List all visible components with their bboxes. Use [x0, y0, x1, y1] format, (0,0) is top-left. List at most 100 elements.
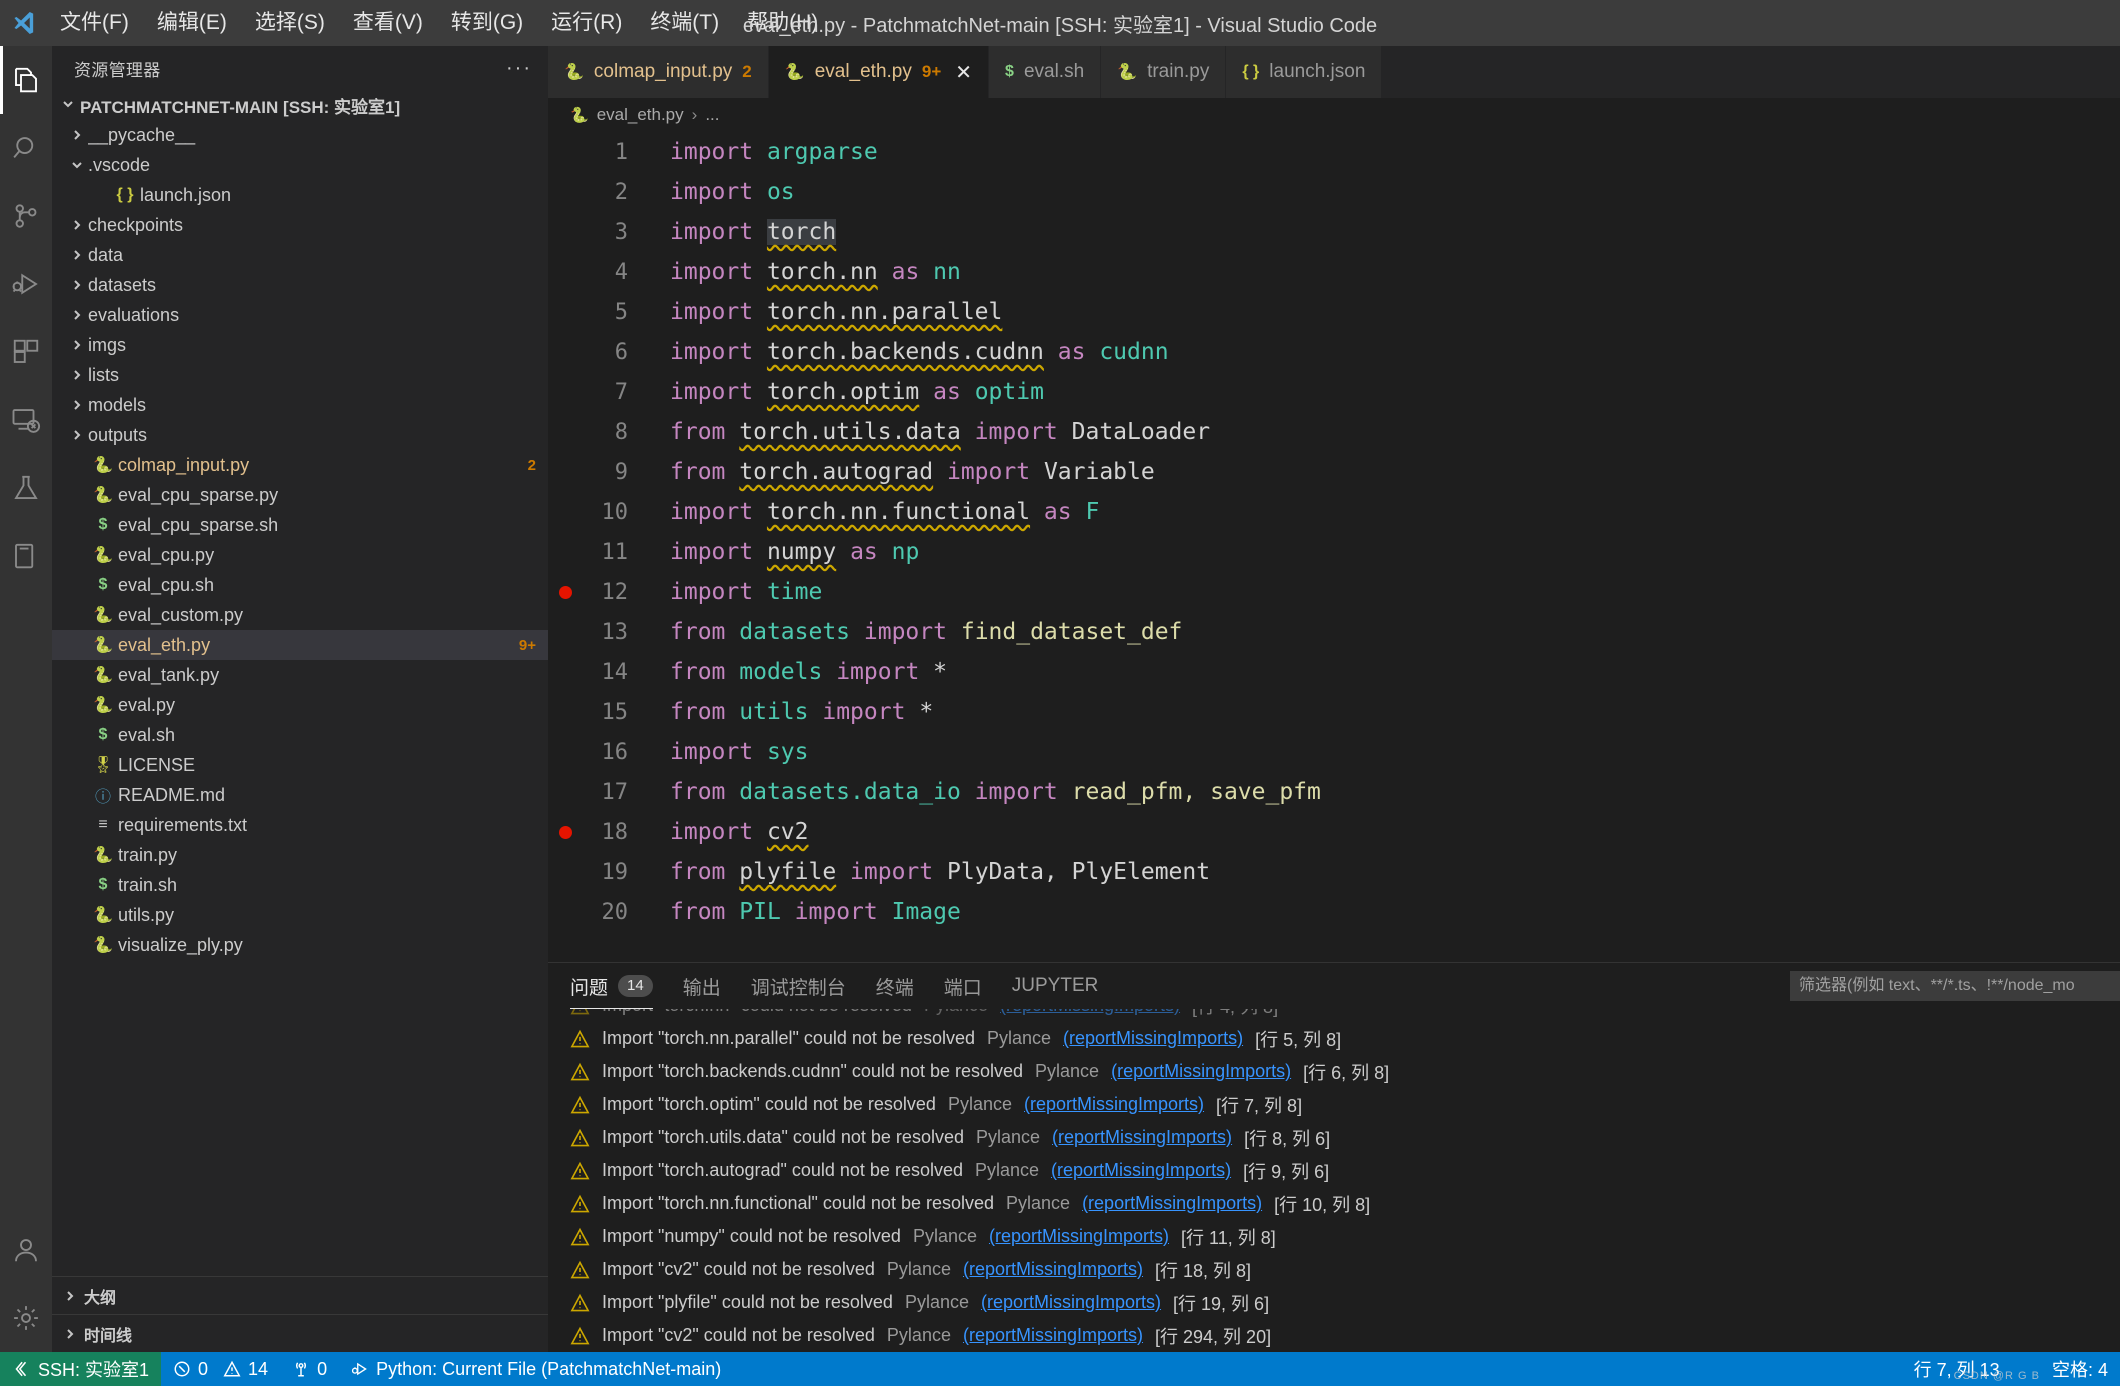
code-line[interactable]: 6 import torch.backends.cudnn as cudnn — [548, 332, 2120, 372]
problem-rule-link[interactable]: (reportMissingImports) — [1000, 1009, 1180, 1016]
tree-file-eval-cpu-sparse-sh[interactable]: $ eval_cpu_sparse.sh — [52, 510, 548, 540]
problem-rule-link[interactable]: (reportMissingImports) — [1063, 1028, 1243, 1049]
editor-tab-colmap-input-py[interactable]: 🐍 colmap_input.py 2 — [548, 46, 769, 98]
problem-row[interactable]: Import "cv2" could not be resolved Pylanc… — [570, 1319, 2120, 1352]
search-icon[interactable] — [0, 114, 52, 182]
tree-folder-data[interactable]: data — [52, 240, 548, 270]
breakpoint-icon[interactable] — [558, 585, 572, 599]
problem-rule-link[interactable]: (reportMissingImports) — [981, 1292, 1161, 1313]
problem-rule-link[interactable]: (reportMissingImports) — [1111, 1061, 1291, 1082]
code-line[interactable]: 19 from plyfile import PlyData, PlyElemen… — [548, 852, 2120, 892]
tree-file-launch-json[interactable]: { } launch.json — [52, 180, 548, 210]
problem-rule-link[interactable]: (reportMissingImports) — [1052, 1127, 1232, 1148]
code-line[interactable]: 17 from datasets.data_io import read_pfm,… — [548, 772, 2120, 812]
panel-tab-jupyter[interactable]: JUPYTER — [1012, 963, 1099, 1009]
sidebar-item-timeline[interactable]: 时间线 — [52, 1314, 548, 1352]
tree-file-eval-py[interactable]: 🐍 eval.py — [52, 690, 548, 720]
close-icon[interactable]: ✕ — [955, 60, 972, 85]
problem-row[interactable]: Import "torch.nn.functional" could not b… — [570, 1187, 2120, 1220]
menu-bar[interactable]: 文件(F) 编辑(E) 选择(S) 查看(V) 转到(G) 运行(R) 终端(T… — [46, 0, 832, 46]
problem-rule-link[interactable]: (reportMissingImports) — [989, 1226, 1169, 1247]
problem-row[interactable]: Import "torch.nn" could not be resolved P… — [570, 1009, 2120, 1022]
code-line[interactable]: 11 import numpy as np — [548, 532, 2120, 572]
code-line[interactable]: 20 from PIL import Image — [548, 892, 2120, 932]
code-line[interactable]: 3 import torch — [548, 212, 2120, 252]
code-line[interactable]: 12 import time — [548, 572, 2120, 612]
tree-file-eval-cpu-py[interactable]: 🐍 eval_cpu.py — [52, 540, 548, 570]
panel-tab-bar[interactable]: 问题 14 输出 调试控制台 终端 端口 JUPYTER 筛选器(例如 text、**/*.t… — [548, 963, 2120, 1009]
status-python-run-config[interactable]: Python: Current File (PatchmatchNet-main… — [339, 1352, 733, 1386]
problems-filter-input[interactable]: 筛选器(例如 text、**/*.ts、!**/node_mo — [1790, 971, 2120, 1001]
menu-item-view[interactable]: 查看(V) — [339, 0, 437, 46]
code-line[interactable]: 10 import torch.nn.functional as F — [548, 492, 2120, 532]
tree-folder--vscode[interactable]: .vscode — [52, 150, 548, 180]
code-line[interactable]: 15 from utils import * — [548, 692, 2120, 732]
menu-item-file[interactable]: 文件(F) — [46, 0, 143, 46]
problems-list[interactable]: Import "torch.nn" could not be resolved P… — [548, 1009, 2120, 1352]
tree-file-eval-eth-py[interactable]: 🐍 eval_eth.py 9+ — [52, 630, 548, 660]
editor-tab-eval-eth-py[interactable]: 🐍 eval_eth.py 9+ ✕ — [768, 46, 990, 98]
panel-tab-调试控制台[interactable]: 调试控制台 — [751, 963, 846, 1009]
editor-tab-eval-sh[interactable]: $ eval.sh — [989, 46, 1102, 98]
tree-folder-datasets[interactable]: datasets — [52, 270, 548, 300]
breadcrumb-rest[interactable]: ... — [705, 105, 719, 125]
status-remote-indicator[interactable]: SSH: 实验室1 — [0, 1352, 162, 1386]
source-control-icon[interactable] — [0, 182, 52, 250]
file-tree[interactable]: PATCHMATCHNET-MAIN [SSH: 实验室1] __pycache… — [52, 90, 548, 1276]
menu-item-terminal[interactable]: 终端(T) — [636, 0, 733, 46]
problem-rule-link[interactable]: (reportMissingImports) — [1051, 1160, 1231, 1181]
problem-row[interactable]: Import "torch.autograd" could not be res… — [570, 1154, 2120, 1187]
workspace-root-row[interactable]: PATCHMATCHNET-MAIN [SSH: 实验室1] — [52, 90, 548, 120]
code-line[interactable]: 1 import argparse — [548, 132, 2120, 172]
tree-file-requirements-txt[interactable]: ≡ requirements.txt — [52, 810, 548, 840]
menu-item-help[interactable]: 帮助(H) — [733, 0, 832, 46]
editor-tab-bar[interactable]: 🐍 colmap_input.py 2 🐍 eval_eth.py 9+ ✕ $ eval.sh… — [548, 46, 2120, 98]
tree-file-eval-cpu-sparse-py[interactable]: 🐍 eval_cpu_sparse.py — [52, 480, 548, 510]
menu-item-run[interactable]: 运行(R) — [537, 0, 636, 46]
tree-folder-evaluations[interactable]: evaluations — [52, 300, 548, 330]
status-problems[interactable]: 0 14 — [161, 1352, 280, 1386]
tree-folder--pycache-[interactable]: __pycache__ — [52, 120, 548, 150]
tree-file-eval-cpu-sh[interactable]: $ eval_cpu.sh — [52, 570, 548, 600]
accounts-icon[interactable] — [0, 1216, 52, 1284]
tree-file-train-sh[interactable]: $ train.sh — [52, 870, 548, 900]
tree-file-train-py[interactable]: 🐍 train.py — [52, 840, 548, 870]
menu-item-edit[interactable]: 编辑(E) — [143, 0, 241, 46]
tree-file-utils-py[interactable]: 🐍 utils.py — [52, 900, 548, 930]
code-line[interactable]: 9 from torch.autograd import Variable — [548, 452, 2120, 492]
tree-folder-checkpoints[interactable]: checkpoints — [52, 210, 548, 240]
code-line[interactable]: 16 import sys — [548, 732, 2120, 772]
problem-row[interactable]: Import "torch.nn.parallel" could not be … — [570, 1022, 2120, 1055]
problem-row[interactable]: Import "cv2" could not be resolved Pylanc… — [570, 1253, 2120, 1286]
problem-row[interactable]: Import "torch.utils.data" could not be r… — [570, 1121, 2120, 1154]
menu-item-selection[interactable]: 选择(S) — [241, 0, 339, 46]
problem-rule-link[interactable]: (reportMissingImports) — [1082, 1193, 1262, 1214]
code-line[interactable]: 2 import os — [548, 172, 2120, 212]
tree-folder-models[interactable]: models — [52, 390, 548, 420]
breadcrumb[interactable]: 🐍 eval_eth.py › ... — [548, 98, 2120, 132]
tree-file-eval-custom-py[interactable]: 🐍 eval_custom.py — [52, 600, 548, 630]
breakpoint-icon[interactable] — [558, 825, 572, 839]
panel-tab-输出[interactable]: 输出 — [683, 963, 721, 1009]
menu-item-go[interactable]: 转到(G) — [437, 0, 537, 46]
tree-file-visualize-ply-py[interactable]: 🐍 visualize_ply.py — [52, 930, 548, 960]
code-line[interactable]: 4 import torch.nn as nn — [548, 252, 2120, 292]
tree-folder-imgs[interactable]: imgs — [52, 330, 548, 360]
problem-rule-link[interactable]: (reportMissingImports) — [1024, 1094, 1204, 1115]
settings-gear-icon[interactable] — [0, 1284, 52, 1352]
panel-tab-终端[interactable]: 终端 — [876, 963, 914, 1009]
tree-file-eval-sh[interactable]: $ eval.sh — [52, 720, 548, 750]
jupyter-icon[interactable] — [0, 522, 52, 590]
problem-row[interactable]: Import "numpy" could not be resolved Pyla… — [570, 1220, 2120, 1253]
tree-file-eval-tank-py[interactable]: 🐍 eval_tank.py — [52, 660, 548, 690]
problem-row[interactable]: Import "torch.optim" could not be resolv… — [570, 1088, 2120, 1121]
problem-rule-link[interactable]: (reportMissingImports) — [963, 1325, 1143, 1346]
tree-file-license[interactable]: 🎖 LICENSE — [52, 750, 548, 780]
panel-tab-问题[interactable]: 问题 14 — [570, 963, 653, 1009]
code-line[interactable]: 13 from datasets import find_dataset_def — [548, 612, 2120, 652]
explorer-icon[interactable] — [0, 46, 52, 114]
problem-rule-link[interactable]: (reportMissingImports) — [963, 1259, 1143, 1280]
editor-tab-launch-json[interactable]: { } launch.json — [1226, 46, 1383, 98]
status-ports[interactable]: 0 — [280, 1352, 339, 1386]
sidebar-item-outline[interactable]: 大纲 — [52, 1276, 548, 1314]
